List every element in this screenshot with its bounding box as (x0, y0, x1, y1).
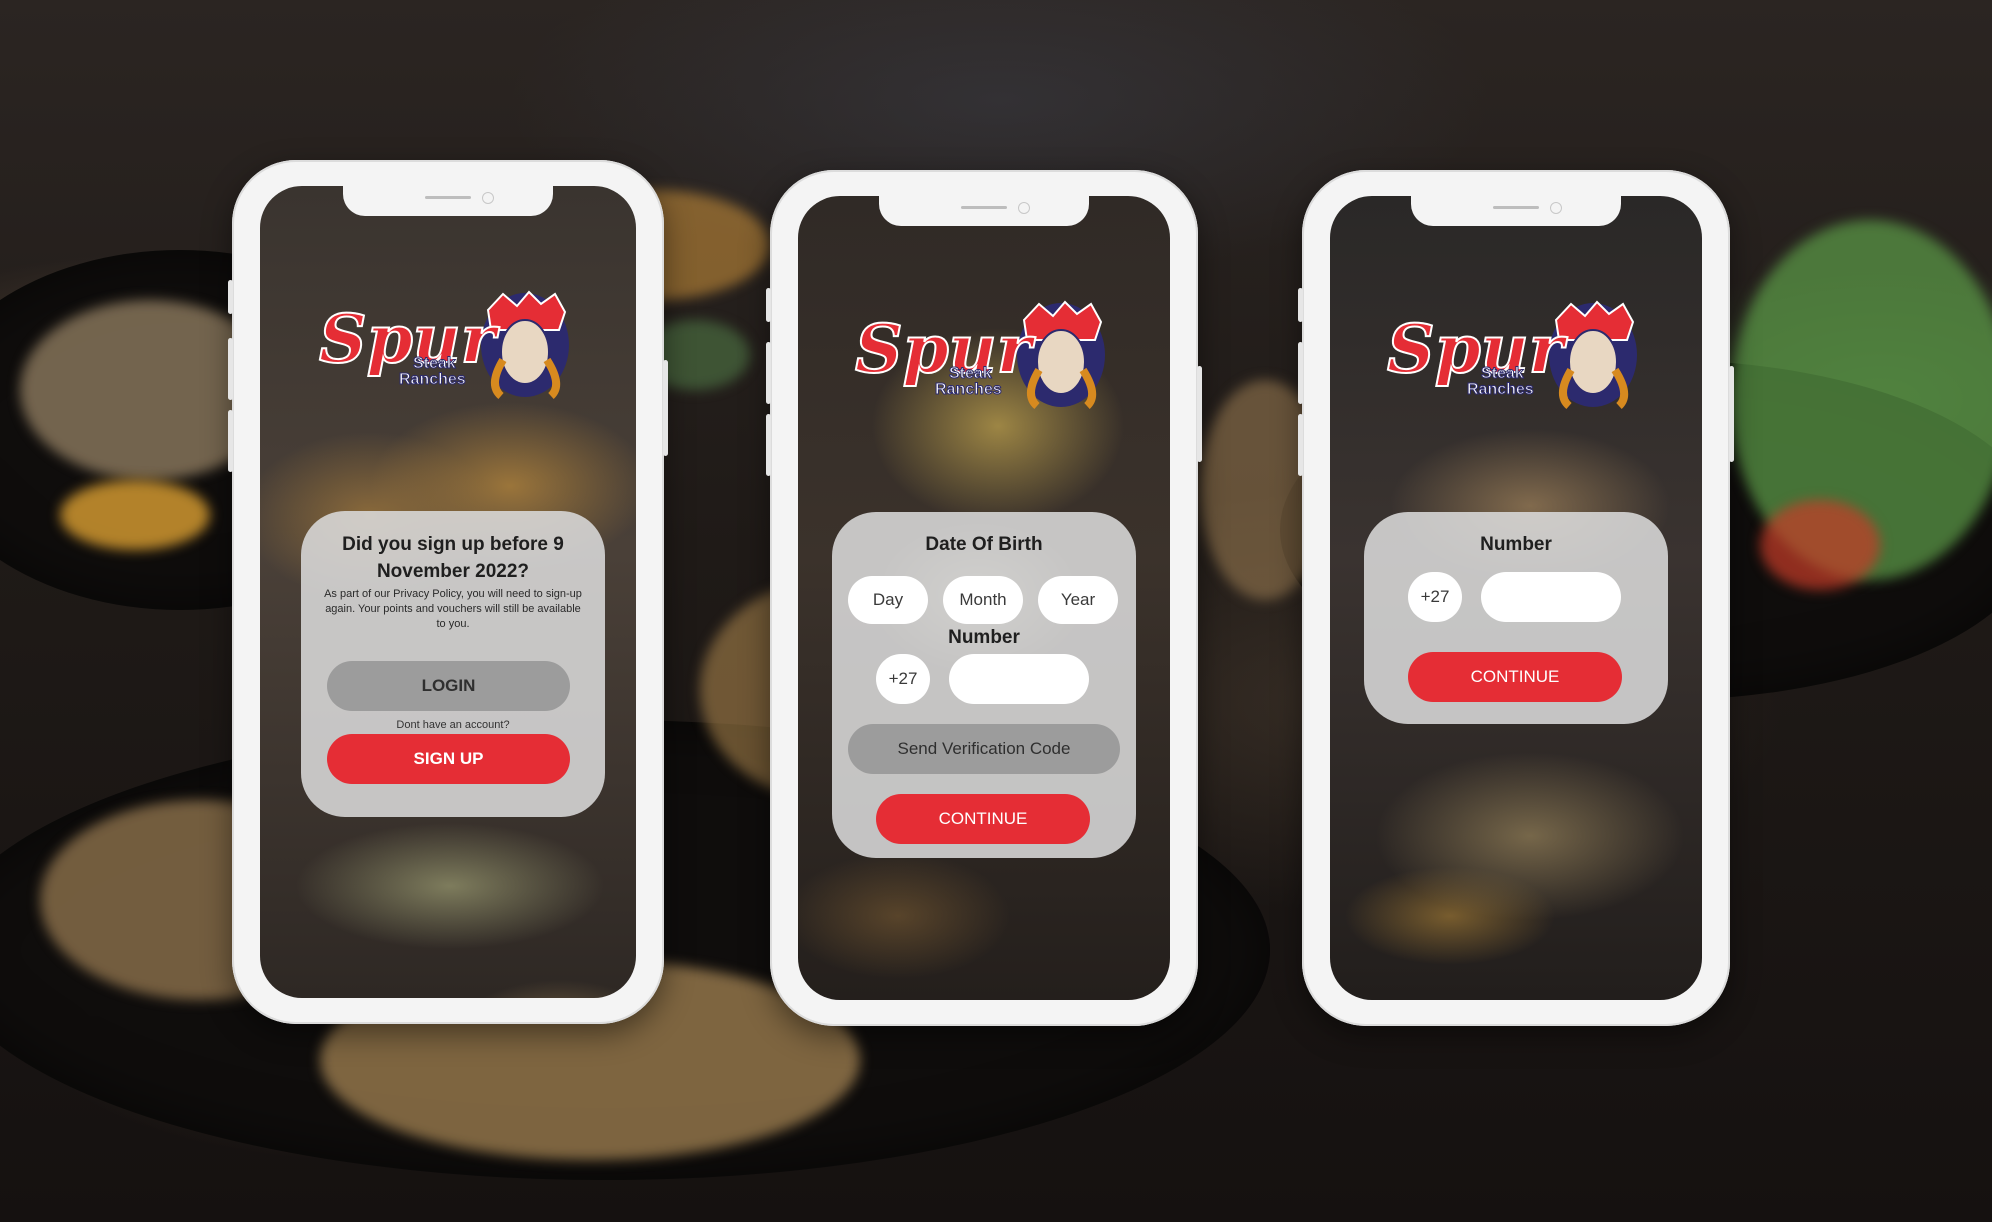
phone-button (1298, 288, 1303, 322)
continue-button[interactable]: CONTINUE (1408, 652, 1622, 702)
send-verification-code-button[interactable]: Send Verification Code (848, 724, 1120, 774)
phone-number-only: Spur Steak Ranches Number +27 CONTINUE (1298, 170, 1734, 1026)
svg-text:Spur: Spur (1387, 310, 1568, 388)
phone-button (1729, 366, 1734, 462)
phone-number-input[interactable] (1481, 572, 1621, 622)
country-code-select[interactable]: +27 (876, 654, 930, 704)
svg-text:Steak: Steak (1481, 365, 1524, 382)
spur-logo: Spur Steak Ranches (854, 300, 1105, 410)
phone-screen: Spur Steak Ranches Date Of Birth Day Mon… (798, 196, 1170, 1000)
phone-notch (343, 186, 553, 216)
phone-button (1298, 342, 1303, 404)
day-field[interactable]: Day (848, 576, 928, 624)
dob-number-card: Date Of Birth Day Month Year Number +27 … (832, 512, 1136, 858)
signup-button[interactable]: SIGN UP (327, 734, 570, 784)
svg-text:Spur: Spur (319, 300, 500, 378)
speaker (425, 196, 471, 199)
phone-notch (879, 196, 1089, 226)
no-account-text: Dont have an account? (396, 719, 510, 731)
country-code-select[interactable]: +27 (1408, 572, 1462, 622)
spur-logo: Spur Steak Ranches (318, 290, 569, 400)
number-title: Number (1480, 534, 1552, 555)
svg-text:Ranches: Ranches (399, 371, 466, 388)
phone-button (766, 288, 771, 322)
camera-icon (1550, 202, 1562, 214)
continue-button[interactable]: CONTINUE (876, 794, 1090, 844)
number-card: Number +27 CONTINUE (1364, 512, 1668, 724)
login-button[interactable]: LOGIN (327, 661, 570, 711)
phone-button (228, 410, 233, 472)
camera-icon (482, 192, 494, 204)
number-title: Number (948, 627, 1020, 648)
tomato-blob (1760, 500, 1880, 590)
phone-number-input[interactable] (949, 654, 1089, 704)
phone-button (228, 338, 233, 400)
phone-signup-notice: Spur Steak Ranches Did you sign up befor… (228, 160, 668, 1024)
svg-text:Spur: Spur (855, 310, 1036, 388)
svg-text:Steak: Steak (413, 355, 456, 372)
phone-screen: Spur Steak Ranches Number +27 CONTINUE (1330, 196, 1702, 1000)
year-field[interactable]: Year (1038, 576, 1118, 624)
speaker (1493, 206, 1539, 209)
phone-button (766, 414, 771, 476)
notice-title: Did you sign up before 9 November 2022? (342, 534, 564, 582)
phone-notch (1411, 196, 1621, 226)
dob-title: Date Of Birth (925, 534, 1043, 555)
phone-button (228, 280, 233, 314)
notice-body: As part of our Privacy Policy, you will … (324, 588, 582, 630)
phone-screen: Spur Steak Ranches Did you sign up befor… (260, 186, 636, 998)
phone-button (1298, 414, 1303, 476)
svg-text:Ranches: Ranches (935, 381, 1002, 398)
phone-button (1197, 366, 1202, 462)
speaker (961, 206, 1007, 209)
food-blob (60, 480, 210, 550)
spur-logo: Spur Steak Ranches (1386, 300, 1637, 410)
signup-notice-card: Did you sign up before 9 November 2022? … (301, 511, 605, 817)
phone-button (663, 360, 668, 456)
svg-text:Steak: Steak (949, 365, 992, 382)
phone-button (766, 342, 771, 404)
camera-icon (1018, 202, 1030, 214)
svg-text:Ranches: Ranches (1467, 381, 1534, 398)
phone-dob-number: Spur Steak Ranches Date Of Birth Day Mon… (766, 170, 1202, 1026)
month-field[interactable]: Month (943, 576, 1023, 624)
